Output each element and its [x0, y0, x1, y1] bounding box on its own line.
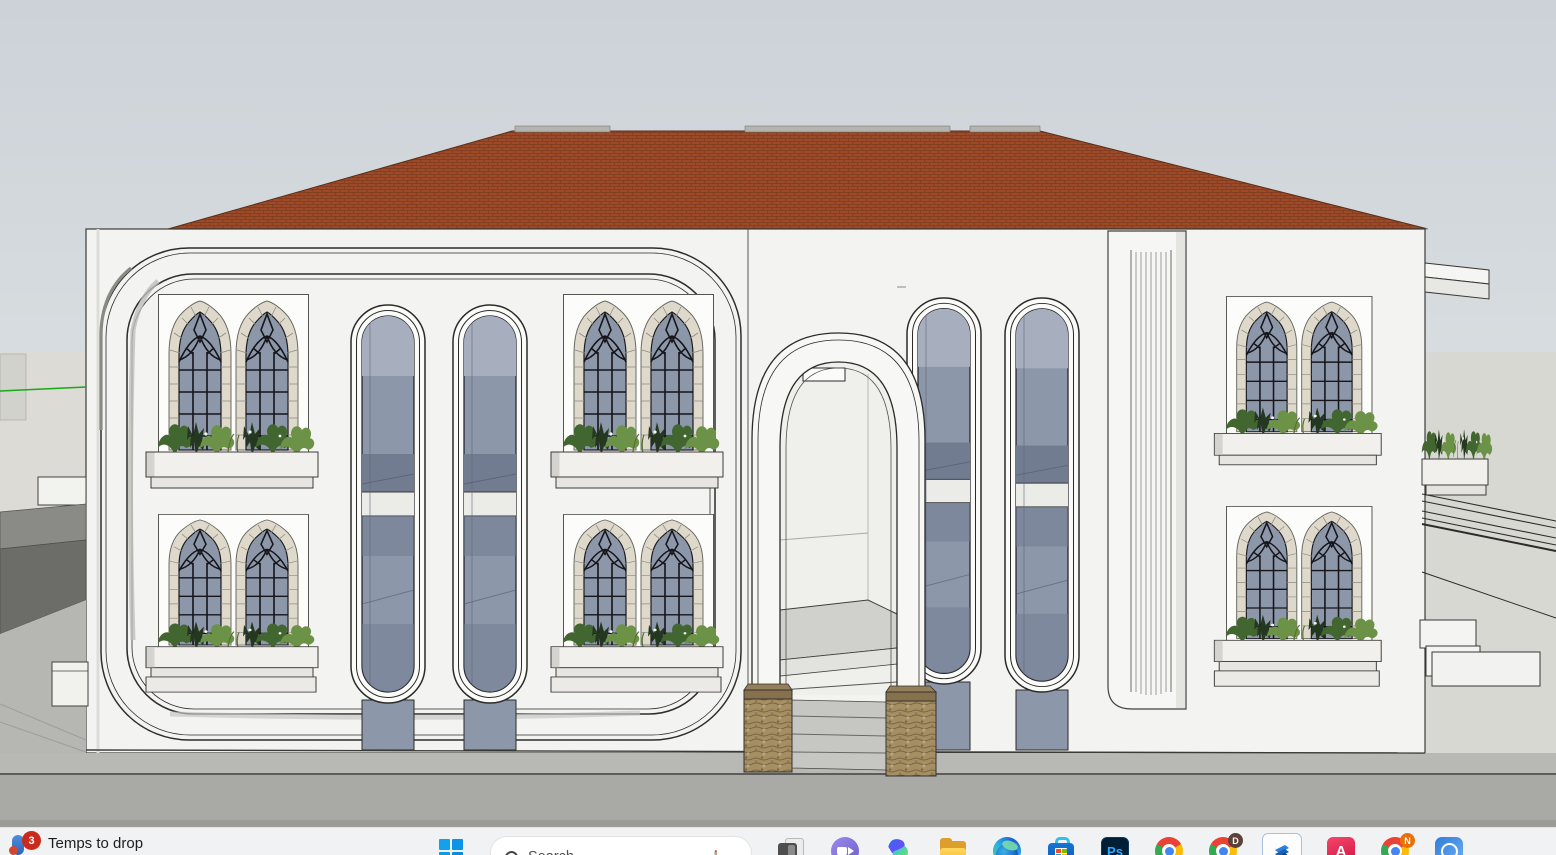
- edge-icon[interactable]: [992, 836, 1022, 855]
- chrome-profile-n-icon[interactable]: N: [1380, 836, 1410, 855]
- gothic-window-pair: [551, 295, 723, 489]
- hip-roof: [168, 126, 1428, 229]
- gothic-window-pair: [551, 514, 723, 692]
- chrome-icon[interactable]: [1154, 836, 1184, 855]
- sketchup-logo-icon: [1270, 841, 1294, 855]
- entrance-arch: [744, 333, 936, 776]
- search-placeholder: Search: [528, 849, 574, 855]
- search-doodle-icon: [695, 850, 739, 855]
- a-app-icon[interactable]: A: [1326, 836, 1356, 855]
- gothic-window-pair: [146, 514, 318, 692]
- windows-taskbar: 3 Temps to drop Search: [0, 827, 1556, 855]
- search-icon: [505, 851, 518, 855]
- task-view-icon[interactable]: [776, 836, 806, 855]
- desktop: 3 Temps to drop Search: [0, 0, 1556, 855]
- microsoft-store-icon[interactable]: [1046, 836, 1076, 855]
- profile-badge: N: [1400, 833, 1415, 848]
- photoshop-icon[interactable]: Ps: [1100, 836, 1130, 855]
- file-explorer-icon[interactable]: [938, 836, 968, 855]
- sketchup-viewport[interactable]: [0, 0, 1556, 828]
- gothic-window-pair: [1214, 296, 1381, 464]
- taskbar-center: Search: [436, 828, 1464, 855]
- weather-label: Temps to drop: [48, 835, 143, 852]
- video-call-icon[interactable]: [830, 836, 860, 855]
- sketchup-icon[interactable]: [1262, 833, 1302, 855]
- windows-logo-icon: [439, 839, 463, 855]
- building-model: [0, 0, 1556, 828]
- taskbar-weather-widget[interactable]: 3 Temps to drop: [8, 831, 143, 855]
- gothic-window-pair: [146, 295, 318, 489]
- gothic-window-pair: [1214, 506, 1381, 686]
- profile-badge: D: [1228, 833, 1243, 848]
- copilot-icon[interactable]: [884, 836, 914, 855]
- start-button[interactable]: [436, 836, 466, 855]
- fluted-pilaster: [1108, 231, 1186, 709]
- notification-badge: 3: [22, 831, 41, 850]
- chrome-profile-d-icon[interactable]: D: [1208, 836, 1238, 855]
- search-box[interactable]: Search: [490, 836, 752, 855]
- photos-icon[interactable]: [1434, 836, 1464, 855]
